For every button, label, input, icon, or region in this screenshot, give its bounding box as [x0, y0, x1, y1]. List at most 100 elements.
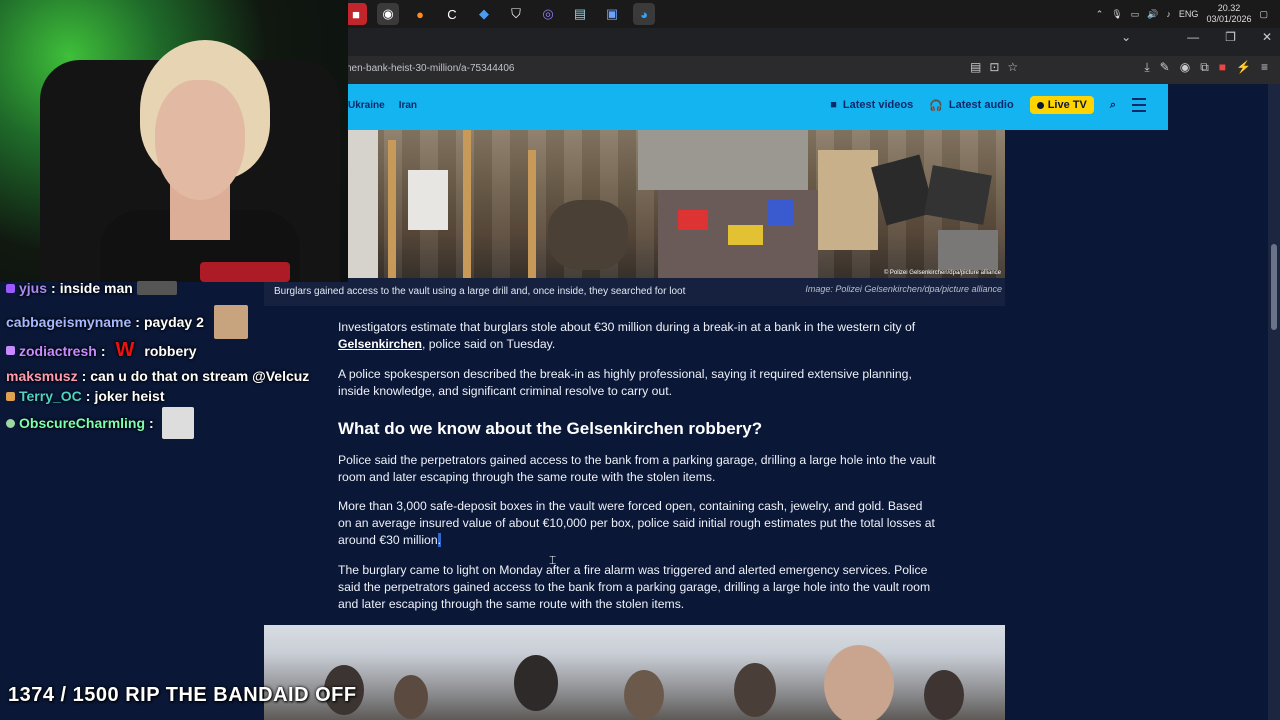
shelf: [463, 130, 471, 278]
chat-username: maksmusz: [6, 368, 78, 384]
chat-username: ObscureCharmling: [19, 415, 146, 431]
subscriber-badge-icon: [6, 283, 15, 293]
search-icon[interactable]: ⌕: [1110, 99, 1116, 112]
speaker-icon[interactable]: ♪: [1166, 9, 1171, 19]
live-dot-icon: [1036, 101, 1044, 109]
network-icon[interactable]: ▭: [1131, 9, 1140, 20]
scrollbar[interactable]: [1268, 84, 1280, 720]
site-navigation: Ukraine Iran ■ Latest videos 🎧 Latest au…: [348, 84, 1168, 130]
paragraph-text: , police said on Tuesday.: [422, 337, 556, 351]
discord-icon[interactable]: ◎: [537, 3, 559, 25]
shelf: [528, 150, 536, 278]
chat-username: Terry_OC: [19, 388, 82, 404]
article-paragraph: Police said the perpetrators gained acce…: [338, 453, 936, 484]
chat-username: zodiactresh: [19, 342, 97, 359]
video-camera-icon: ■: [830, 99, 837, 111]
hero-credit-overlay: © Polizei Gelsenkirchen/dpa/picture alli…: [883, 270, 1001, 276]
ccleaner-icon[interactable]: C: [441, 3, 463, 25]
hamburger-menu-icon[interactable]: [1132, 98, 1146, 112]
reader-icon[interactable]: ▤: [970, 60, 981, 74]
article-image: [264, 625, 1005, 720]
streamer-face: [155, 80, 245, 200]
chat-colon: :: [51, 280, 56, 296]
minimize-icon[interactable]: —: [1187, 30, 1199, 44]
latest-audio-link[interactable]: 🎧 Latest audio: [929, 99, 1014, 112]
paragraph-text: Investigators estimate that burglars sto…: [338, 320, 916, 334]
safe-box: [924, 165, 992, 225]
emote-icon: [136, 281, 177, 295]
nav-link-ukraine[interactable]: Ukraine: [348, 100, 385, 111]
tab-list-chevron-icon[interactable]: ⌄: [1121, 30, 1131, 44]
paragraph-text: More than 3,000 safe-deposit boxes in th…: [338, 499, 935, 547]
chat-text: can u do that on stream @Velcuz: [90, 368, 310, 384]
crowd-person: [394, 675, 428, 719]
tools-icon[interactable]: ✎: [1160, 60, 1170, 75]
window-controls: ⌄ — ❐ ✕: [1121, 30, 1272, 44]
app-icon[interactable]: ▣: [601, 3, 623, 25]
chat-message: maksmusz: can u do that on stream @Velcu…: [6, 368, 309, 384]
app-icon[interactable]: ■: [345, 3, 367, 25]
chevron-up-icon[interactable]: ⌃: [1096, 9, 1104, 20]
rubble: [728, 225, 763, 245]
files-icon[interactable]: ▤: [569, 3, 591, 25]
live-tv-button[interactable]: Live TV: [1029, 96, 1094, 114]
nav-link-iran[interactable]: Iran: [399, 100, 417, 111]
browser-icon[interactable]: ◕: [633, 3, 655, 25]
nav-actions: ■ Latest videos 🎧 Latest audio Live TV ⌕: [830, 96, 1146, 114]
rubble: [408, 170, 448, 230]
screenshot-icon[interactable]: ⊡: [989, 60, 999, 74]
crowd-person: [824, 645, 894, 720]
chat-message: yjus: inside man: [6, 280, 177, 296]
chat-colon: :: [149, 415, 154, 431]
url-text[interactable]: nen-bank-heist-30-million/a-75344406: [346, 63, 514, 74]
rgb-light: [200, 262, 290, 282]
language-indicator[interactable]: ENG: [1179, 9, 1199, 19]
rubble: [818, 150, 878, 250]
rubble: [638, 130, 808, 190]
extension-badge-icon[interactable]: ■: [1219, 60, 1226, 75]
hero-image: © Polizei Gelsenkirchen/dpa/picture alli…: [348, 130, 1005, 278]
headphones-icon: 🎧: [929, 99, 943, 112]
emote-icon: [213, 305, 248, 339]
download-icon[interactable]: ⤓: [1144, 60, 1149, 75]
mic-icon[interactable]: 🎙: [1111, 9, 1122, 20]
article-paragraph: A police spokesperson described the brea…: [338, 367, 912, 398]
taskbar-apps: ■ ◉ ● C ◆ ⛉ ◎ ▤ ▣ ◕: [345, 3, 655, 25]
shield-icon[interactable]: ⛉: [505, 3, 527, 25]
chat-message: Terry_OC: joker heist: [6, 388, 164, 404]
firefox-icon[interactable]: ●: [409, 3, 431, 25]
system-tray: ⌃ 🎙 ▭ 🔊 ♪ ENG 20.32 03/01/2026 ▢: [1096, 0, 1280, 28]
crowd-person: [734, 663, 776, 717]
latest-videos-link[interactable]: ■ Latest videos: [830, 99, 913, 111]
rubble: [348, 130, 378, 278]
account-icon[interactable]: ◉: [1180, 60, 1190, 75]
notification-icon[interactable]: ▢: [1259, 9, 1268, 20]
chat-text: joker heist: [94, 388, 165, 404]
shelf: [388, 140, 396, 278]
app-icon[interactable]: ◉: [377, 3, 399, 25]
clock-time: 20.32: [1217, 3, 1241, 13]
badge-icon: [6, 418, 15, 428]
close-icon[interactable]: ✕: [1262, 30, 1272, 44]
extensions-icon[interactable]: ⧉: [1200, 60, 1209, 75]
volume-icon[interactable]: 🔊: [1147, 9, 1158, 20]
image-caption: Burglars gained access to the vault usin…: [274, 286, 686, 297]
badge-icon: [6, 391, 15, 401]
gelsenkirchen-link[interactable]: Gelsenkirchen: [338, 337, 422, 351]
chat-username: cabbageismyname: [6, 314, 132, 330]
scrollbar-thumb[interactable]: [1271, 244, 1277, 330]
selected-text: .: [437, 533, 441, 547]
chat-message: zodiactresh: W robbery: [6, 339, 197, 362]
crowd-person: [624, 670, 664, 720]
chat-text: payday 2: [143, 314, 204, 330]
article-paragraph: Investigators estimate that burglars sto…: [338, 319, 938, 353]
emote-icon: [161, 407, 194, 439]
chat-message: cabbageismyname: payday 2: [6, 305, 248, 339]
translate-icon[interactable]: ⚡: [1236, 60, 1251, 75]
clock[interactable]: 20.32 03/01/2026: [1206, 3, 1251, 25]
bookmark-star-icon[interactable]: ☆: [1007, 60, 1018, 74]
menu-icon[interactable]: ≡: [1261, 60, 1268, 75]
restore-icon[interactable]: ❐: [1225, 30, 1236, 44]
chat-text: inside man: [59, 280, 133, 296]
vpn-icon[interactable]: ◆: [473, 3, 495, 25]
